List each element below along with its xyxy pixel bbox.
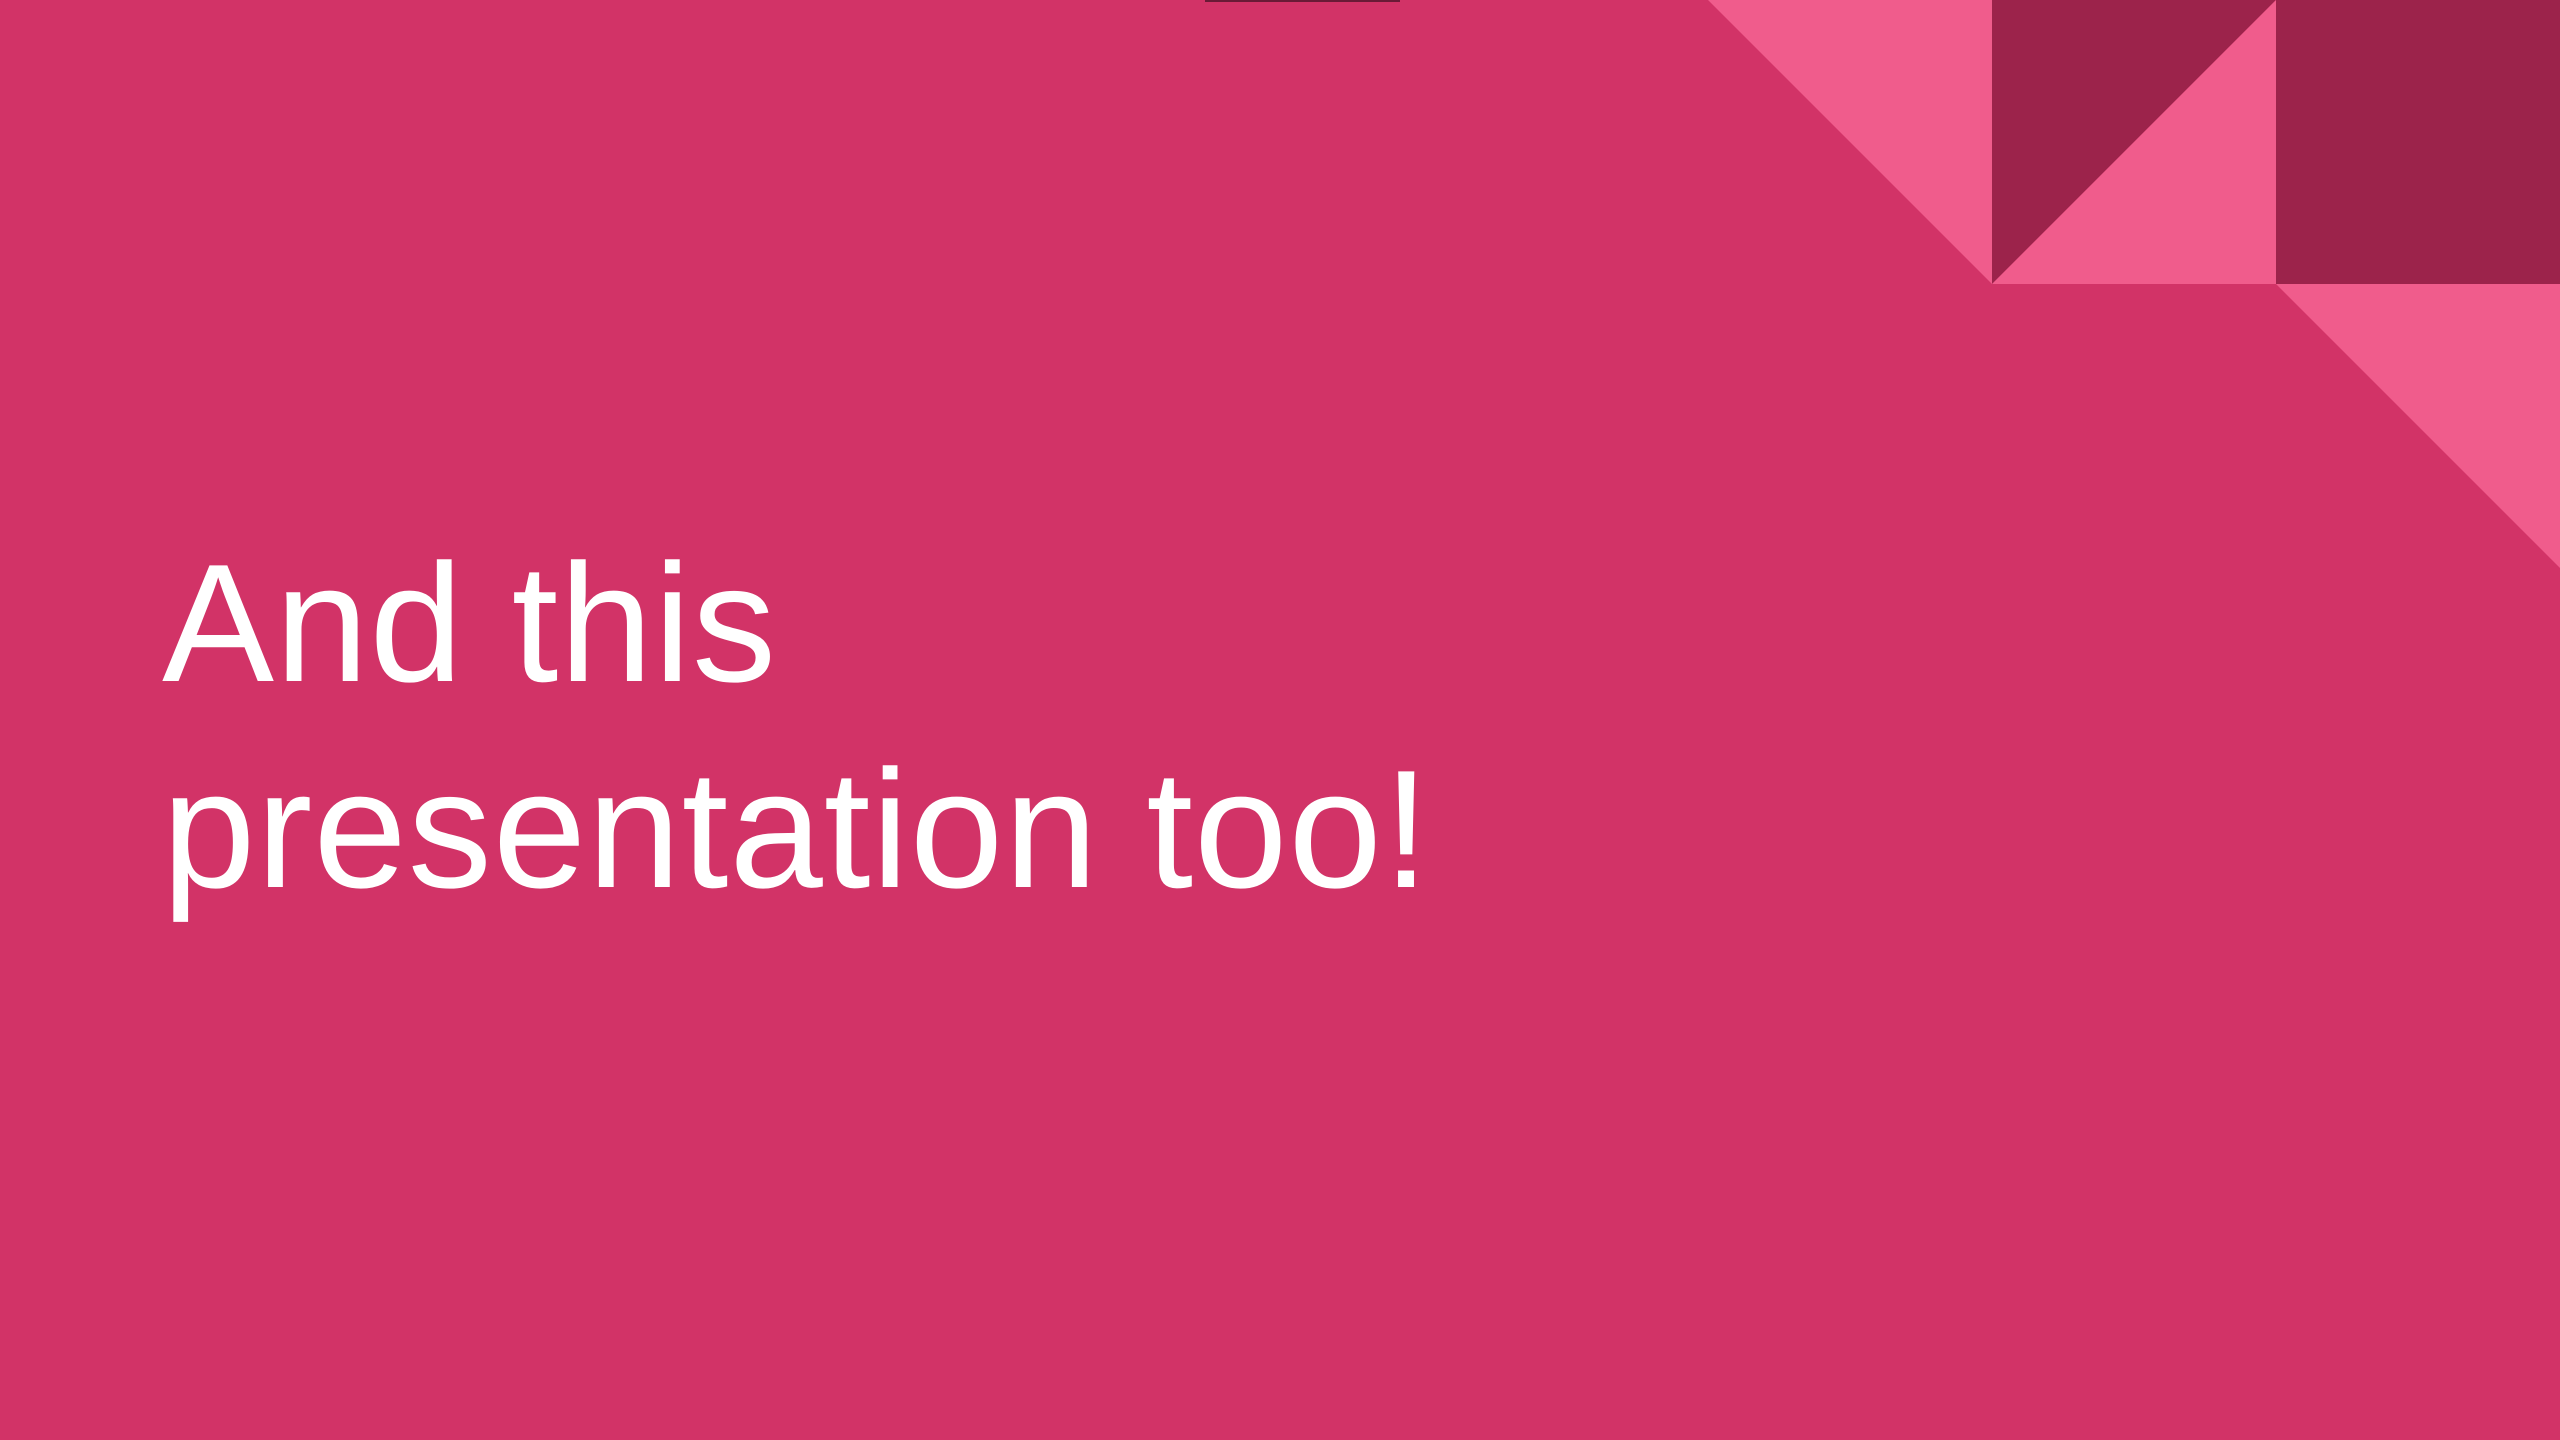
dark-square (2276, 0, 2560, 284)
slide-title: And this presentation too! (162, 520, 1431, 932)
light-triangle-left (1708, 0, 1992, 284)
slide-canvas: And this presentation too! (0, 0, 2560, 1440)
slide-title-line-1: And this (162, 529, 778, 717)
slide-title-line-2: presentation too! (162, 735, 1431, 923)
light-triangle-right (2276, 284, 2560, 568)
